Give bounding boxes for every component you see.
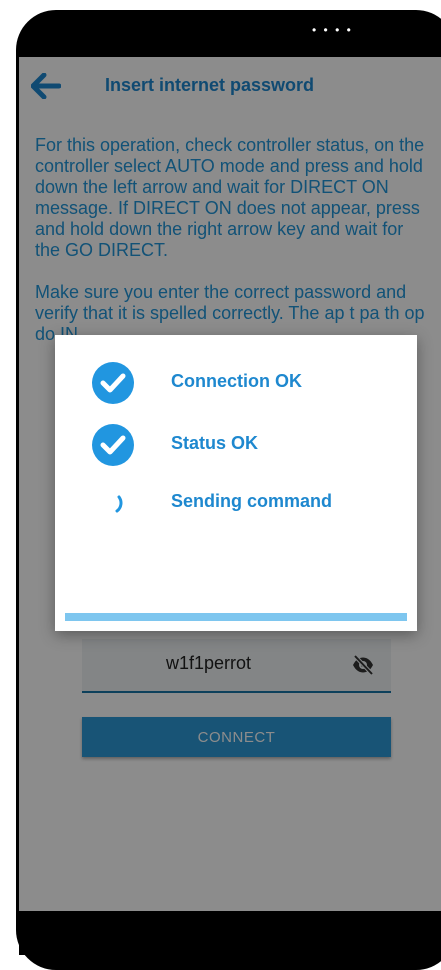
progress-fill	[65, 613, 407, 621]
device-frame: • • • • Insert internet password For thi…	[0, 0, 441, 970]
step-sending: Sending command	[91, 481, 411, 525]
step-label: Connection OK	[171, 371, 302, 391]
progress-bar	[65, 613, 407, 621]
app-screen: Insert internet password For this operat…	[19, 57, 441, 911]
status-bar: • • • •	[312, 23, 353, 37]
check-circle-icon	[92, 424, 134, 466]
progress-dialog: Connection OK Status OK Sending command	[55, 335, 417, 631]
navigation-bar	[19, 911, 441, 955]
step-label: Status OK	[171, 433, 259, 453]
step-connection: Connection OK	[91, 361, 411, 405]
check-circle-icon	[92, 362, 134, 404]
step-status: Status OK	[91, 423, 411, 467]
spinner-icon	[115, 495, 123, 513]
step-label: Sending command	[171, 491, 333, 511]
